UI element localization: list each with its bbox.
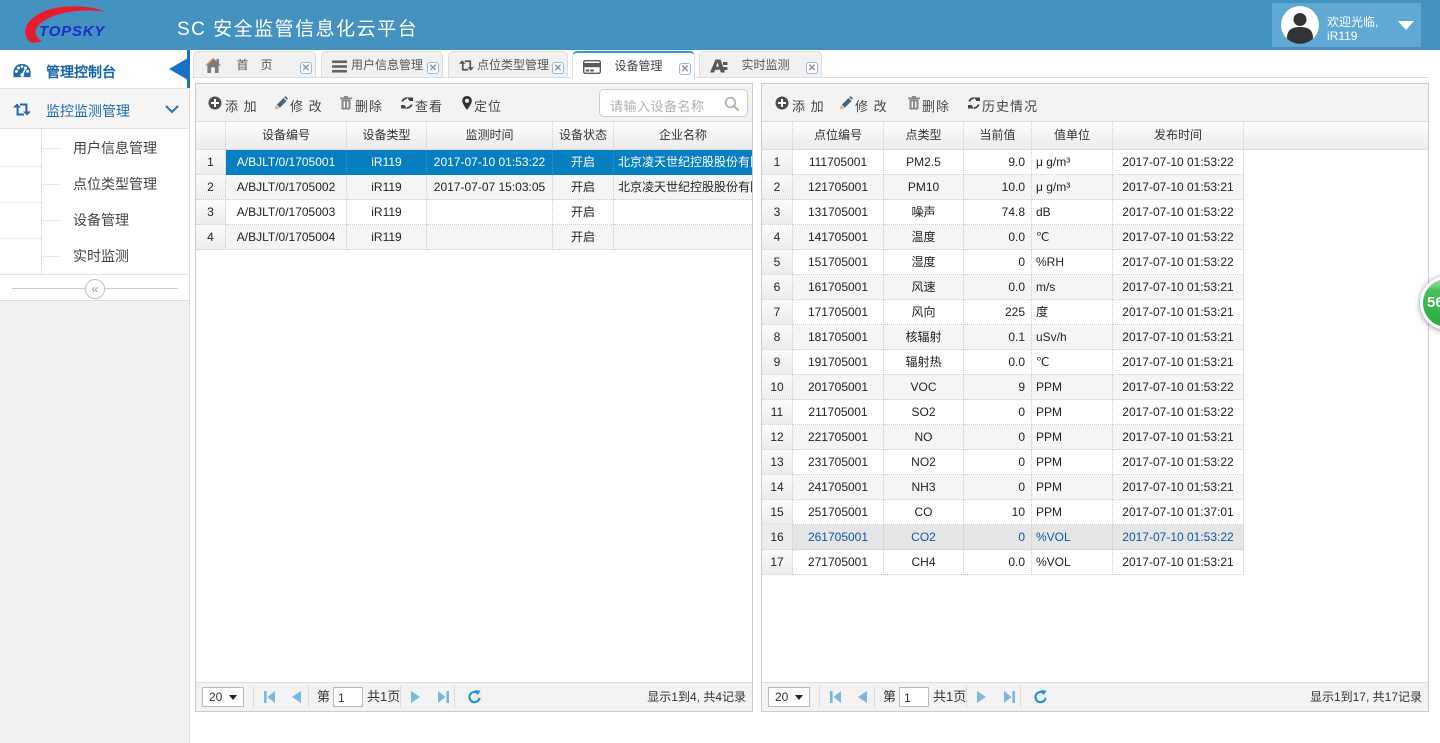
svg-text:TOPSKY: TOPSKY (39, 23, 106, 40)
